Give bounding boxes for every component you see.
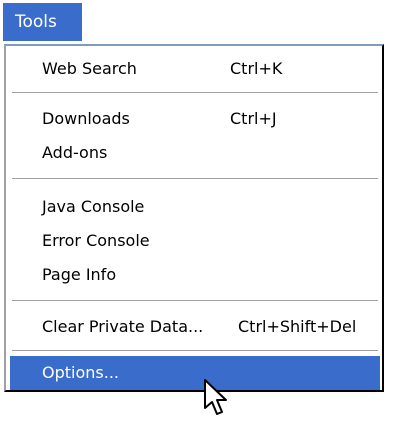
menu-item-label: Web Search <box>42 59 137 78</box>
menu-item-label: Page Info <box>42 265 117 284</box>
menu-item-error-console[interactable]: Error Console <box>10 224 380 258</box>
menu-item-downloads[interactable]: Downloads Ctrl+J <box>10 102 380 136</box>
menu-item-shortcut: Ctrl+Shift+Del <box>238 317 357 336</box>
menu-item-label: Downloads <box>42 109 130 128</box>
menu-item-options[interactable]: Options... <box>10 356 380 390</box>
menu-separator <box>12 92 378 93</box>
menubar: Tools <box>0 0 399 44</box>
tools-menu: Web Search Ctrl+K Downloads Ctrl+J Add-o… <box>4 44 384 392</box>
menu-separator <box>12 178 378 179</box>
background-area <box>0 392 399 423</box>
menu-item-label: Options... <box>42 363 119 382</box>
menu-item-web-search[interactable]: Web Search Ctrl+K <box>10 52 380 86</box>
menu-tools-title[interactable]: Tools <box>3 3 82 41</box>
menu-item-page-info[interactable]: Page Info <box>10 258 380 292</box>
arrow-cursor-icon <box>204 379 227 415</box>
menu-item-label: Add-ons <box>42 143 108 162</box>
menu-separator <box>12 300 378 301</box>
menu-item-label: Clear Private Data... <box>42 317 204 336</box>
menu-item-shortcut: Ctrl+K <box>230 59 283 78</box>
menu-separator <box>12 350 378 351</box>
menu-tools-title-label: Tools <box>15 12 57 32</box>
menu-item-shortcut: Ctrl+J <box>230 109 277 128</box>
menu-item-add-ons[interactable]: Add-ons <box>10 136 380 170</box>
menu-item-java-console[interactable]: Java Console <box>10 190 380 224</box>
menu-item-clear-private-data[interactable]: Clear Private Data... Ctrl+Shift+Del <box>10 310 380 344</box>
menu-item-label: Error Console <box>42 231 150 250</box>
screenshot-stage: Tools Web Search Ctrl+K Downloads Ctrl+J… <box>0 0 399 423</box>
menu-item-label: Java Console <box>42 197 145 216</box>
